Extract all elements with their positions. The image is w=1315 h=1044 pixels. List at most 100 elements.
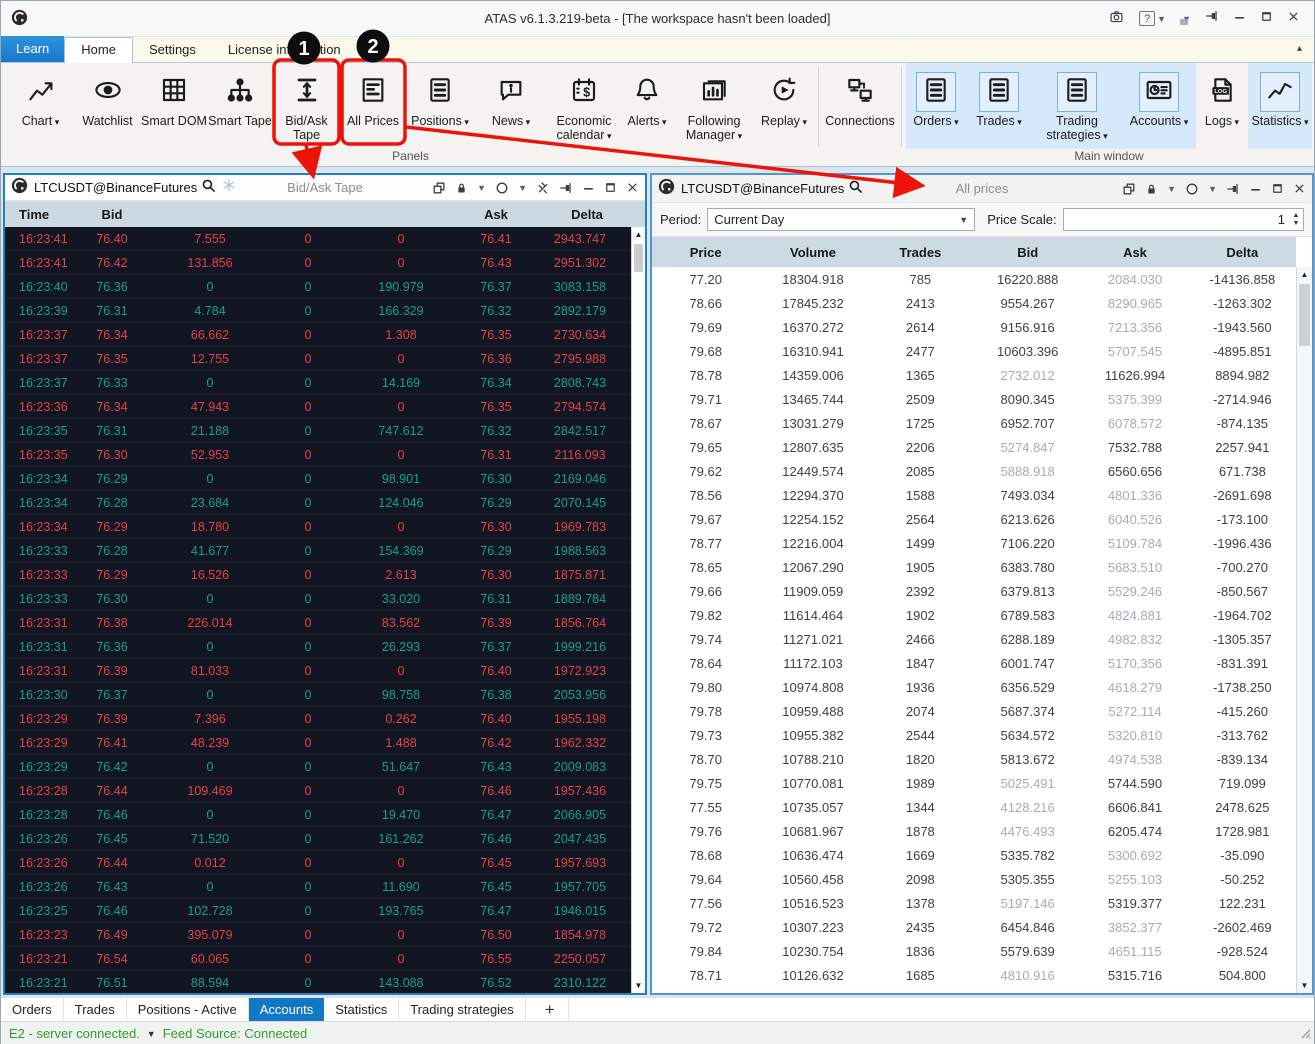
price-row[interactable]: 79.75 10770.081 1989 5025.491 5744.590 719.09…	[652, 771, 1296, 795]
minimize-icon[interactable]	[1249, 182, 1262, 195]
tape-row[interactable]: 16:23:26 76.45 71.520 0 161.262 76.46 2047.435	[5, 827, 631, 851]
scrollbar-thumb[interactable]	[1299, 284, 1310, 346]
column-header-bid[interactable]: Bid	[974, 245, 1081, 260]
tape-row[interactable]: 16:23:37 76.35 12.755 0 0 76.36 2795.988	[5, 347, 631, 371]
tools-icon[interactable]	[536, 181, 550, 195]
bottom-tab-orders[interactable]: Orders	[1, 998, 64, 1021]
dropdown-icon[interactable]: ▼	[477, 183, 486, 193]
tape-row[interactable]: 16:23:31 76.36 0 0 26.293 76.37 1999.216	[5, 635, 631, 659]
close-icon[interactable]	[626, 181, 639, 194]
stepper-up-icon[interactable]: ▲	[1293, 212, 1300, 219]
tape-row[interactable]: 16:23:34 76.29 0 0 98.901 76.30 2169.046	[5, 467, 631, 491]
dropdown-icon[interactable]: ▼	[1167, 184, 1176, 194]
tape-row[interactable]: 16:23:41 76.42 131.856 0 0 76.43 2951.302	[5, 251, 631, 275]
price-row[interactable]: 79.65 12807.635 2206 5274.847 7532.788 2257.9…	[652, 435, 1296, 459]
resize-grip[interactable]	[1300, 1027, 1311, 1042]
tape-row[interactable]: 16:23:33 76.28 41.677 0 154.369 76.29 1988.563	[5, 539, 631, 563]
price-row[interactable]: 78.77 12216.004 1499 7106.220 5109.784 -1996.…	[652, 531, 1296, 555]
menu-tab-license-information[interactable]: License information	[212, 38, 357, 62]
tape-row[interactable]: 16:23:34 76.28 23.684 0 124.046 76.29 2070.145	[5, 491, 631, 515]
news-button[interactable]: News ▾	[474, 63, 548, 149]
add-tab-button[interactable]: +	[532, 998, 569, 1021]
bottom-tab-statistics[interactable]: Statistics	[324, 998, 400, 1021]
column-header-delta[interactable]: Delta	[529, 207, 645, 222]
all-prices-button[interactable]: All Prices	[340, 63, 406, 149]
maximize-icon[interactable]	[1271, 182, 1284, 195]
copy-window-icon[interactable]	[432, 181, 446, 195]
tape-row[interactable]: 16:23:33 76.29 16.526 0 2.613 76.30 1875.871	[5, 563, 631, 587]
alerts-button[interactable]: Alerts ▾	[620, 63, 674, 149]
price-row[interactable]: 79.62 12449.574 2085 5888.918 6560.656 671.73…	[652, 459, 1296, 483]
tape-row[interactable]: 16:23:25 76.46 102.728 0 193.765 76.47 1946.01…	[5, 899, 631, 923]
chevron-down-icon[interactable]: ▼	[1157, 14, 1166, 24]
help-icon[interactable]: ?	[1139, 11, 1156, 26]
dropdown-icon[interactable]: ▼	[518, 183, 527, 193]
bidask-scrollbar[interactable]: ▲ ▼	[631, 227, 645, 993]
bottom-tab-positions-active[interactable]: Positions - Active	[127, 998, 249, 1021]
price-row[interactable]: 79.80 10974.808 1936 6356.529 4618.279 -1738.…	[652, 675, 1296, 699]
trades-button[interactable]: Trades ▾	[966, 63, 1032, 149]
economic-calendar-button[interactable]: $ Economic calendar ▾	[548, 63, 620, 149]
column-header-trades[interactable]: Trades	[867, 245, 974, 260]
allprices-scrollbar[interactable]: ▲ ▼	[1296, 267, 1312, 993]
tape-row[interactable]: 16:23:21 76.54 60.065 0 0 76.55 2250.057	[5, 947, 631, 971]
bidask-column-header[interactable]: Time Bid Ask Delta	[5, 201, 645, 227]
tape-row[interactable]: 16:23:41 76.40 7.555 0 0 76.41 2943.747	[5, 227, 631, 251]
price-row[interactable]: 77.20 18304.918 785 16220.888 2084.030 -14136…	[652, 267, 1296, 291]
smart-tape-button[interactable]: Smart Tape	[207, 63, 273, 149]
price-row[interactable]: 79.68 16310.941 2477 10603.396 5707.545 -4895…	[652, 339, 1296, 363]
lock-icon[interactable]	[455, 181, 468, 195]
tape-row[interactable]: 16:23:35 76.30 52.953 0 0 76.31 2116.093	[5, 443, 631, 467]
tape-row[interactable]: 16:23:26 76.44 0.012 0 0 76.45 1957.693	[5, 851, 631, 875]
color-circle-icon[interactable]	[1185, 182, 1199, 196]
price-scale-stepper[interactable]: 1 ▲ ▼	[1062, 208, 1304, 231]
tape-row[interactable]: 16:23:21 76.51 88.594 0 143.088 76.52 2310.122	[5, 971, 631, 993]
scroll-up-icon[interactable]: ▲	[632, 227, 645, 242]
dropdown-icon[interactable]: ▼	[1208, 184, 1217, 194]
maximize-icon[interactable]	[604, 181, 617, 194]
tape-row[interactable]: 16:23:31 76.38 226.014 0 83.562 76.39 1856.764	[5, 611, 631, 635]
tape-row[interactable]: 16:23:40 76.36 0 0 190.979 76.37 3083.158	[5, 275, 631, 299]
price-row[interactable]: 78.67 13031.279 1725 6952.707 6078.572 -874.1…	[652, 411, 1296, 435]
smart-dom-button[interactable]: Smart DOM	[141, 63, 207, 149]
allprices-panel-titlebar[interactable]: LTCUSDT@BinanceFutures All prices ▼ ▼	[652, 175, 1312, 203]
ribbon-collapse-icon[interactable]: ▴	[1297, 43, 1302, 54]
bottom-tab-accounts[interactable]: Accounts	[248, 998, 325, 1021]
tape-row[interactable]: 16:23:29 76.41 48.239 0 1.488 76.42 1962.332	[5, 731, 631, 755]
column-header-ask[interactable]: Ask	[1081, 245, 1188, 260]
pin-icon[interactable]	[1226, 182, 1240, 196]
price-row[interactable]: 78.64 11172.103 1847 6001.747 5170.356 -831.3…	[652, 651, 1296, 675]
tape-row[interactable]: 16:23:35 76.31 21.188 0 747.612 76.32 2842.517	[5, 419, 631, 443]
logs-button[interactable]: LOG Logs ▾	[1196, 63, 1248, 149]
replay-button[interactable]: Replay ▾	[754, 63, 814, 149]
price-row[interactable]: 78.68 10636.474 1669 5335.782 5300.692 -35.09…	[652, 843, 1296, 867]
tape-row[interactable]: 16:23:26 76.43 0 0 11.690 76.45 1957.705	[5, 875, 631, 899]
price-row[interactable]: 79.84 10230.754 1836 5579.639 4651.115 -928.5…	[652, 939, 1296, 963]
close-icon[interactable]	[1287, 10, 1300, 28]
column-header-delta[interactable]: Delta	[1189, 245, 1296, 260]
price-row[interactable]: 78.65 12067.290 1905 6383.780 5683.510 -700.2…	[652, 555, 1296, 579]
tape-row[interactable]: 16:23:37 76.33 0 0 14.169 76.34 2808.743	[5, 371, 631, 395]
snowflake-icon[interactable]	[222, 178, 236, 197]
statistics-button[interactable]: Statistics ▾	[1248, 63, 1312, 149]
lock-icon[interactable]	[1145, 182, 1158, 196]
bidask-panel-titlebar[interactable]: LTCUSDT@BinanceFutures Bid/Ask Tape ▼ ▼	[5, 175, 645, 201]
column-header-bid[interactable]: Bid	[81, 207, 143, 222]
close-icon[interactable]	[1293, 182, 1306, 195]
price-row[interactable]: 79.82 11614.464 1902 6789.583 4824.881 -1964.…	[652, 603, 1296, 627]
camera-icon[interactable]	[1108, 9, 1125, 29]
tape-row[interactable]: 16:23:39 76.31 4.784 0 166.329 76.32 2892.179	[5, 299, 631, 323]
pin-icon[interactable]	[1205, 9, 1219, 28]
column-header-price[interactable]: Price	[652, 245, 759, 260]
chevron-down-icon[interactable]: ▼	[147, 1029, 156, 1039]
tape-row[interactable]: 16:23:28 76.44 109.469 0 0 76.46 1957.436	[5, 779, 631, 803]
scroll-down-icon[interactable]: ▼	[632, 978, 645, 993]
price-row[interactable]: 78.71 10126.632 1685 4810.916 5315.716 504.80…	[652, 963, 1296, 987]
connections-button[interactable]: Connections	[823, 63, 897, 149]
accounts-button[interactable]: Accounts ▾	[1122, 63, 1196, 149]
price-row[interactable]: 78.56 12294.370 1588 7493.034 4801.336 -2691.…	[652, 483, 1296, 507]
minimize-icon[interactable]	[582, 181, 595, 194]
pin-icon[interactable]	[559, 181, 573, 195]
tape-row[interactable]: 16:23:28 76.46 0 0 19.470 76.47 2066.905	[5, 803, 631, 827]
column-header-time[interactable]: Time	[5, 207, 81, 222]
